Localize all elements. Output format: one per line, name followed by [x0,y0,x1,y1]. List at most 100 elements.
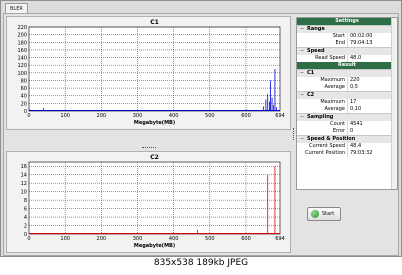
chart-title: C2 [150,154,159,161]
speed-category[interactable]: − Speed [297,47,397,55]
error-label: Error [332,128,345,134]
read-speed-label: Read Speed [315,55,345,61]
speed-label: Speed [307,48,325,54]
c2-label: C2 [307,92,315,98]
current-speed-value: 48,4 [347,143,397,150]
start-button-label: Start [322,211,335,217]
x-tick-label: 400 [169,113,179,119]
y-tick-label: 60 [21,86,27,92]
sampling-label: Sampling [307,114,334,120]
c2-max-value: 17 [347,99,397,106]
y-tick-label: 12 [21,181,27,187]
y-tick-label: 100 [17,71,27,77]
y-tick-label: 6 [24,207,27,213]
c1-max-value: 220 [347,77,397,84]
c2-category[interactable]: − C2 [297,91,397,99]
y-tick-label: 8 [24,198,27,204]
x-tick-label: 600 [241,113,251,119]
collapse-icon[interactable]: − [300,26,304,33]
error-value: 0 [347,128,397,135]
x-tick-label: 100 [60,236,70,242]
settings-scrollbar[interactable] [391,18,397,189]
x-tick-label: 300 [133,236,143,242]
collapse-icon[interactable]: − [300,114,304,121]
y-tick-label: 40 [21,94,27,100]
c1-max-label: Maximum [320,77,345,83]
horizontal-splitter[interactable] [6,145,291,150]
start-label: Start [332,33,345,39]
y-tick-label: 200 [17,33,27,39]
y-tick-label: 14 [21,173,27,179]
range-category[interactable]: − Range [297,25,397,33]
count-label: Count [330,121,345,127]
y-tick-label: 2 [24,224,27,230]
content-area: C1 0 20 40 60 80 100 120 140 160 180 200 220 0 100 200 3… [3,13,399,256]
c1-chart-panel: C1 0 20 40 60 80 100 120 140 160 180 200 220 0 100 200 3… [6,16,291,130]
x-tick-label: 600 [241,236,251,242]
c2-avg-row: Average 0,10 [297,106,397,113]
current-position-row: Current Position 79:03:32 [297,150,397,157]
c1-max-row: Maximum 220 [297,77,397,84]
result-header: Result [297,62,397,69]
collapse-icon[interactable]: − [300,70,304,77]
read-speed-value[interactable]: 48,0 [347,55,397,62]
y-tick-label: 80 [21,78,27,84]
x-tick-label: 0 [27,113,30,119]
x-tick-label: 694 [275,113,285,119]
image-caption: 835x538 189kb JPEG [153,258,249,268]
y-tick-label: 4 [24,215,27,221]
error-row: Error 0 [297,128,397,135]
c2-chart: C202468101214160 100 200 300 400 500 600 694Meg… [21,154,285,249]
y-tick-label: 20 [21,101,27,107]
y-tick-label: 120 [17,63,27,69]
speed-position-category[interactable]: − Speed & Position [297,135,397,143]
c2-avg-value: 0,10 [347,106,397,113]
speed-position-label: Speed & Position [307,136,356,142]
collapse-icon[interactable]: − [300,92,304,99]
plot-area [28,161,281,235]
sampling-category[interactable]: − Sampling [297,113,397,121]
y-tick-label: 16 [21,164,27,170]
x-tick-label: 500 [205,236,215,242]
range-label: Range [307,26,325,32]
x-tick-label: 100 [60,113,70,119]
collapse-icon[interactable]: − [300,136,304,143]
current-speed-row: Current Speed 48,4 [297,143,397,150]
x-axis-label: Megabyte(MB) [134,243,175,249]
c2-max-row: Maximum 17 [297,99,397,106]
c1-category[interactable]: − C1 [297,69,397,77]
collapse-icon[interactable]: − [300,48,304,55]
end-value[interactable]: 79:04:13 [347,40,397,47]
x-tick-label: 694 [275,236,285,242]
start-row[interactable]: Start 00:02:00 [297,33,397,40]
vsplitter-grip [293,128,295,140]
start-icon [311,210,319,218]
count-value: 4541 [347,121,397,128]
y-tick-label: 140 [17,56,27,62]
y-tick-label: 180 [17,40,27,46]
x-tick-label: 300 [133,113,143,119]
start-value[interactable]: 00:02:00 [347,33,397,40]
read-speed-row[interactable]: Read Speed 48,0 [297,55,397,62]
y-tick-label: 160 [17,48,27,54]
c2-avg-label: Average [324,106,345,112]
c2-chart-panel: C2 0 2 4 6 8 10 12 14 16 0 100 200 300 400 500 600 694 Meg… [6,151,291,253]
x-tick-label: 0 [27,236,30,242]
x-tick-label: 200 [97,113,107,119]
settings-grid: Settings − Range Start 00:02:00 End 79:04:1… [296,17,398,190]
start-button[interactable]: Start [307,207,341,221]
x-tick-label: 200 [97,236,107,242]
splitter-grip [142,147,156,149]
chart-title: C1 [150,19,159,26]
settings-header: Settings [297,18,397,25]
x-tick-label: 500 [205,113,215,119]
c1-avg-label: Average [324,84,345,90]
c1-chart: C10204060801001201401601802002200 100 200 3… [17,19,285,126]
y-tick-label: 10 [21,190,27,196]
end-label: End [335,40,345,46]
end-row[interactable]: End 79:04:13 [297,40,397,47]
x-axis-label: Megabyte(MB) [134,120,175,126]
c1-avg-value: 0,5 [347,84,397,91]
y-tick-label: 220 [17,25,27,31]
c1-avg-row: Average 0,5 [297,84,397,91]
